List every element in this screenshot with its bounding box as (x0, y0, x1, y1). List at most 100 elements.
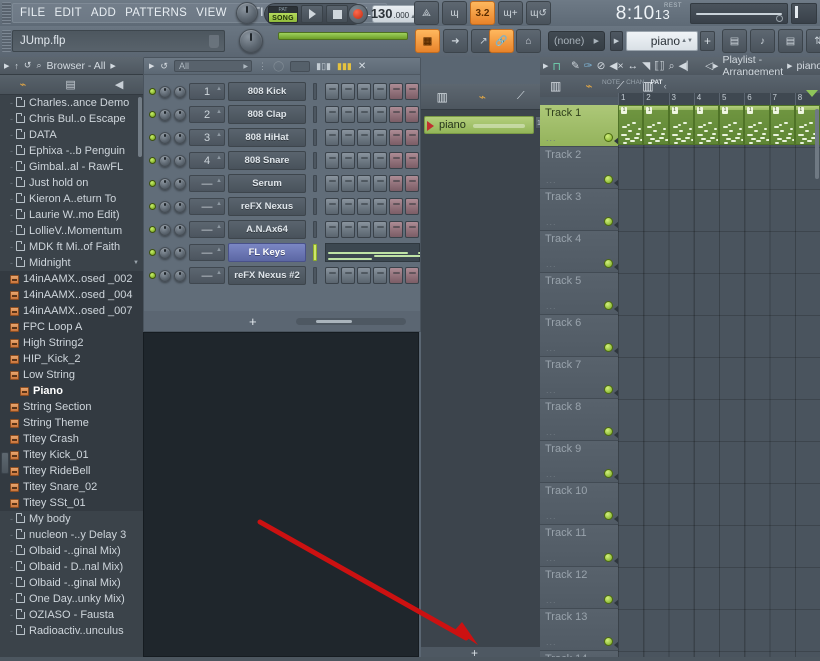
browser-item[interactable]: Titey Snare_02 (0, 479, 143, 495)
browser-item[interactable]: -nucleon -..y Delay 3 (0, 527, 143, 543)
browser-item[interactable]: -Radioactiv..unculus (0, 623, 143, 639)
channel-volume-knob[interactable] (174, 224, 186, 236)
browser-side-tab[interactable] (1, 452, 9, 474)
channel-selector-bar[interactable] (313, 106, 317, 123)
channel-volume-knob[interactable] (174, 201, 186, 213)
playlist-track-led[interactable] (604, 133, 613, 142)
playlist-track-led[interactable] (604, 553, 613, 562)
playlist-track-header[interactable]: Track 1... (540, 105, 618, 147)
playlist-vscrollbar[interactable] (815, 109, 819, 179)
step-button[interactable] (357, 152, 371, 169)
playlist-track-menu-icon[interactable]: ... (546, 637, 557, 647)
playlist-track-menu-icon[interactable]: ... (546, 511, 557, 521)
playlist-track-led[interactable] (604, 637, 613, 646)
browser-search-icon[interactable]: ⌕ (36, 60, 41, 71)
channel-volume-knob[interactable] (174, 109, 186, 121)
step-button[interactable] (357, 267, 371, 284)
page-icon[interactable]: ▤ (65, 78, 75, 91)
channel-pan-knob[interactable] (159, 132, 171, 144)
channel-selector-bar[interactable] (313, 267, 317, 284)
playlist-track-header[interactable]: Track 10... (540, 483, 618, 525)
playlist-pattern-clip[interactable]: 1 (618, 105, 643, 145)
channel-mute-led[interactable] (149, 203, 156, 210)
menu-item-edit[interactable]: EDIT (55, 7, 82, 19)
channel-selector-bar[interactable] (313, 221, 317, 238)
browser-item[interactable]: -Gimbal..al - RawFL (0, 159, 143, 175)
pl-title-chevron-icon[interactable]: ◁▸ (705, 60, 718, 72)
channel-mute-led[interactable] (149, 88, 156, 95)
channel-number[interactable]: —▲ (189, 175, 225, 192)
step-button[interactable] (405, 83, 419, 100)
channel-number[interactable]: 4▲ (189, 152, 225, 169)
channel-volume-knob[interactable] (174, 155, 186, 167)
playlist-window-icon[interactable]: ▤ (722, 29, 747, 53)
browser-item[interactable]: -Ephixa -..b Penguin (0, 143, 143, 159)
magnet-snap-icon[interactable]: ⊓ (552, 60, 561, 73)
menu-item-patterns[interactable]: PATTERNS (125, 7, 187, 19)
playlist-marker-icon[interactable] (806, 90, 818, 97)
magnet-button[interactable]: ⌂ (516, 29, 541, 53)
channel-number[interactable]: 2▲ (189, 106, 225, 123)
playlist-track-menu-icon[interactable]: ... (546, 553, 557, 563)
browser-item[interactable]: -OZIASO - Fausta (0, 607, 143, 623)
stop-button[interactable] (326, 5, 348, 23)
playlist-track-led[interactable] (604, 385, 613, 394)
browser-item[interactable]: String Theme (0, 415, 143, 431)
step-button[interactable] (325, 267, 339, 284)
channel-selector-bar[interactable] (313, 244, 317, 261)
playlist-track-led[interactable] (604, 595, 613, 604)
channel-selector-bar[interactable] (313, 129, 317, 146)
project-title-field[interactable]: JUmp.flp (12, 30, 225, 52)
browser-chevron-icon[interactable]: ▶ (110, 62, 115, 70)
automation-mode-icon[interactable]: ⟋ (517, 90, 525, 103)
step-button[interactable] (405, 175, 419, 192)
step-button[interactable] (357, 106, 371, 123)
channel-number-spinner[interactable]: ▲ (216, 247, 222, 253)
step-button[interactable] (389, 106, 403, 123)
channel-number-spinner[interactable]: ▲ (216, 132, 222, 138)
browser-file-list[interactable]: -Charles..ance Demo-Chris Bul..o Escape-… (0, 95, 143, 661)
channel-rack-icon[interactable]: ▤ (778, 29, 803, 53)
channel-number-spinner[interactable]: ▲ (216, 270, 222, 276)
channel-number[interactable]: —▲ (189, 244, 225, 261)
browser-item[interactable]: -Chris Bul..o Escape (0, 111, 143, 127)
playlist-track-menu-icon[interactable]: ... (546, 259, 557, 269)
step-button[interactable] (341, 175, 355, 192)
step-button[interactable] (405, 198, 419, 215)
metronome-icon[interactable]: ⟁ (414, 1, 439, 25)
menu-grip[interactable] (2, 2, 11, 24)
count-in-icon[interactable]: 3.2 (470, 1, 495, 25)
step-button[interactable] (405, 221, 419, 238)
arrow-right-button[interactable]: ➜ (443, 29, 468, 53)
master-volume-slider[interactable] (278, 32, 408, 40)
playlist-track-led[interactable] (604, 427, 613, 436)
browser-scrollbar[interactable] (138, 97, 142, 157)
browser-item[interactable]: -Olbaid -..ginal Mix) (0, 575, 143, 591)
channel-number[interactable]: —▲ (189, 221, 225, 238)
step-button[interactable] (373, 267, 387, 284)
playlist-track-header[interactable]: Track 6... (540, 315, 618, 357)
rack-close-icon[interactable]: ✕ (358, 61, 366, 72)
playlist-track-menu-icon[interactable]: ... (546, 343, 557, 353)
channel-pan-knob[interactable] (159, 224, 171, 236)
audio-mode-icon[interactable]: ⌁ (479, 90, 486, 104)
playlist-chevron-icon[interactable]: ‹ (664, 81, 667, 91)
browser-item[interactable]: -Midnight▼ (0, 255, 143, 271)
playlist-pattern-clip[interactable]: 1 (694, 105, 719, 145)
channel-piano-roll-preview[interactable] (325, 243, 420, 262)
piano-roll-icon[interactable]: ♪ (750, 29, 775, 53)
menu-item-add[interactable]: ADD (91, 7, 116, 19)
browser-item[interactable]: 14inAAMX..osed _007 (0, 303, 143, 319)
browser-item[interactable]: Piano (0, 383, 143, 399)
step-button[interactable] (405, 129, 419, 146)
playlist-track-menu-icon[interactable]: ... (546, 217, 557, 227)
channel-mute-led[interactable] (149, 180, 156, 187)
browser-back-icon[interactable]: ▶ (4, 62, 9, 70)
select-icon[interactable]: ⟦⟧ (654, 60, 664, 72)
step-button[interactable] (389, 198, 403, 215)
channel-number-spinner[interactable]: ▲ (216, 201, 222, 207)
browser-item[interactable]: HIP_Kick_2 (0, 351, 143, 367)
playlist-track-header[interactable]: Track 8... (540, 399, 618, 441)
playlist-track-header[interactable]: Track 12... (540, 567, 618, 609)
channel-pan-knob[interactable] (159, 270, 171, 282)
